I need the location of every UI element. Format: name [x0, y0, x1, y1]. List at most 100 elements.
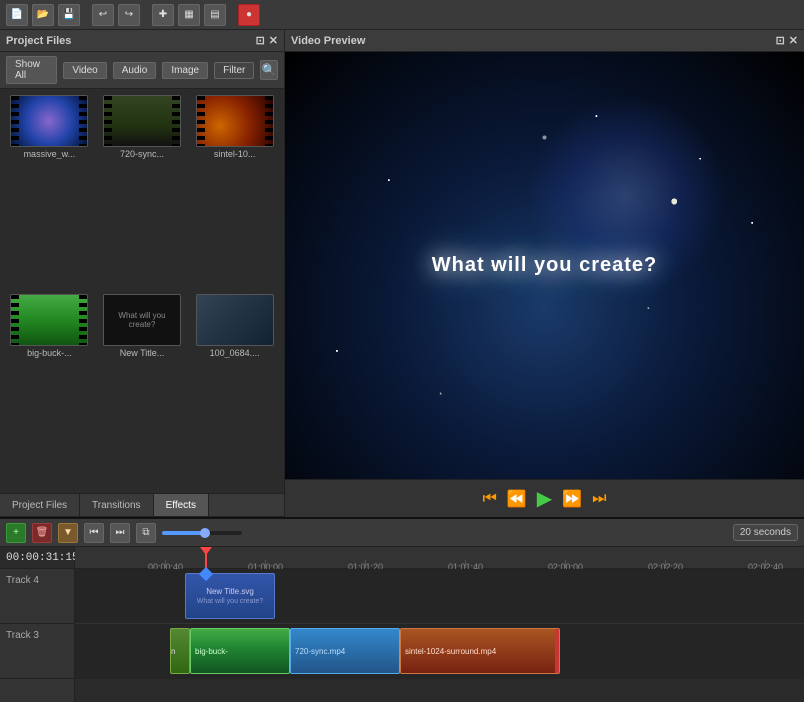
- audio-filter-button[interactable]: Audio: [113, 62, 157, 79]
- track3-label: Track 3: [0, 624, 74, 679]
- video-filter-button[interactable]: Video: [63, 62, 106, 79]
- list-item[interactable]: What will you create? New Title...: [99, 294, 186, 487]
- clip-n[interactable]: n: [170, 628, 190, 674]
- ruler-tick: 01:01:20: [365, 560, 366, 568]
- clip-bigbuck-label: big-buck-: [195, 647, 228, 656]
- video-area: What will you create?: [285, 52, 804, 479]
- thumb-label-sintel: sintel-10...: [214, 149, 256, 159]
- thumbnail-sintel: [196, 95, 274, 147]
- new-button[interactable]: 📄: [6, 4, 28, 26]
- project-files-icons: ⊡ ✕: [256, 34, 278, 47]
- list-item[interactable]: 100_0684....: [191, 294, 278, 487]
- playhead-arrow: [200, 547, 212, 555]
- timeline-ruler: 00:00:40 01:00:00 01:01:20 01:01:40 02:0…: [75, 547, 804, 569]
- thumbnail-720sync: [103, 95, 181, 147]
- playback-controls: ⏮ ⏪ ▶ ⏩ ⏭: [285, 479, 804, 517]
- maximize-video-icon[interactable]: ⊡: [776, 34, 785, 47]
- timeline-add-button[interactable]: +: [6, 523, 26, 543]
- video-preview-title: Video Preview: [291, 35, 365, 47]
- timeline-toolbar: + 🗑 ▼ ⏮ ⏭ ⧉ 20 seconds: [0, 519, 804, 547]
- clip-720sync-label: 720-sync.mp4: [295, 647, 345, 656]
- thumbnail-title: What will you create?: [103, 294, 181, 346]
- video-preview-header: Video Preview ⊡ ✕: [285, 30, 804, 52]
- list-item[interactable]: sintel-10...: [191, 95, 278, 288]
- project-files-title: Project Files: [6, 35, 71, 47]
- filter-clear-button[interactable]: 🔍: [260, 60, 278, 80]
- undo-button[interactable]: ↩: [92, 4, 114, 26]
- ruler-tick: 02:02:40: [765, 560, 766, 568]
- image-filter-button[interactable]: Image: [162, 62, 208, 79]
- main-area: Project Files ⊡ ✕ Show All Video Audio I…: [0, 30, 804, 517]
- timeline-labels: 00:00:31:15 Track 4 Track 3: [0, 547, 75, 702]
- main-toolbar: 📄 📂 💾 ↩ ↪ ✚ ▦ ▤ ●: [0, 0, 804, 30]
- project-files-header: Project Files ⊡ ✕: [0, 30, 284, 52]
- thumbnail-bigbuck: [10, 294, 88, 346]
- video-preview-icons: ⊡ ✕: [776, 34, 798, 47]
- clip-sintel-label: sintel-1024-surround.mp4: [405, 647, 496, 656]
- video-frame: What will you create?: [285, 52, 804, 479]
- rewind-button[interactable]: ⏪: [507, 489, 527, 509]
- ruler-tick: 00:00:40: [165, 560, 166, 568]
- clip-subtitle: What will you create?: [197, 598, 264, 605]
- close-video-icon[interactable]: ✕: [789, 34, 798, 47]
- timecode-display: 00:00:31:15: [0, 547, 74, 569]
- track4-label: Track 4: [0, 569, 74, 624]
- rewind-start-button[interactable]: ⏮: [482, 490, 496, 508]
- timeline-filter-button[interactable]: ▼: [58, 523, 78, 543]
- thumb-label-title: New Title...: [120, 348, 165, 358]
- thumbnail-massive: [10, 95, 88, 147]
- title-svg-clip[interactable]: New Title.svg What will you create?: [185, 573, 275, 619]
- filter-row: Show All Video Audio Image Filter 🔍: [0, 52, 284, 89]
- forward-button[interactable]: ⏩: [562, 489, 582, 509]
- close-icon[interactable]: ✕: [269, 34, 278, 47]
- seconds-badge: 20 seconds: [733, 524, 798, 541]
- video-overlay-text: What will you create?: [432, 254, 657, 277]
- clip-bigbuck[interactable]: big-buck-: [190, 628, 290, 674]
- left-panel: Project Files ⊡ ✕ Show All Video Audio I…: [0, 30, 285, 517]
- timeline-content: 00:00:31:15 Track 4 Track 3 00:00:40 01:…: [0, 547, 804, 702]
- timeline-zoom-slider[interactable]: [162, 531, 727, 535]
- redo-button[interactable]: ↪: [118, 4, 140, 26]
- show-all-button[interactable]: Show All: [6, 56, 57, 84]
- add-button[interactable]: ✚: [152, 4, 174, 26]
- play-button[interactable]: ▶: [537, 486, 552, 511]
- maximize-icon[interactable]: ⊡: [256, 34, 265, 47]
- timeline-tracks: 00:00:40 01:00:00 01:01:20 01:01:40 02:0…: [75, 547, 804, 702]
- thumbnails-grid: massive_w... 720-sync... sintel-10... bi: [0, 89, 284, 493]
- clip-720sync[interactable]: 720-sync.mp4: [290, 628, 400, 674]
- thumb-label-massive: massive_w...: [24, 149, 76, 159]
- ruler-tick: 01:00:00: [265, 560, 266, 568]
- list-item[interactable]: massive_w...: [6, 95, 93, 288]
- ruler-tick: 02:02:20: [665, 560, 666, 568]
- forward-end-button[interactable]: ⏭: [592, 490, 606, 508]
- export-button[interactable]: ▤: [204, 4, 226, 26]
- list-item[interactable]: big-buck-...: [6, 294, 93, 487]
- timeline-start-button[interactable]: ⏮: [84, 523, 104, 543]
- tab-effects[interactable]: Effects: [154, 494, 209, 516]
- thumb-label-bigbuck: big-buck-...: [27, 348, 72, 358]
- open-button[interactable]: 📂: [32, 4, 54, 26]
- timeline-end-button[interactable]: ⏭: [110, 523, 130, 543]
- playhead[interactable]: [205, 547, 207, 568]
- tab-transitions[interactable]: Transitions: [80, 494, 154, 516]
- save-button[interactable]: 💾: [58, 4, 80, 26]
- clip-sintel[interactable]: sintel-1024-surround.mp4: [400, 628, 560, 674]
- clip-title-text: New Title.svg: [197, 587, 264, 596]
- timeline: + 🗑 ▼ ⏮ ⏭ ⧉ 20 seconds 00:00:31:15 Track…: [0, 517, 804, 702]
- ruler-tick: 02:00:00: [565, 560, 566, 568]
- filter-label: Filter: [214, 62, 254, 79]
- thumbnail-100: [196, 294, 274, 346]
- timeline-button[interactable]: ▦: [178, 4, 200, 26]
- list-item[interactable]: 720-sync...: [99, 95, 186, 288]
- clip-end-marker: [555, 629, 559, 673]
- ruler-tick: 01:01:40: [465, 560, 466, 568]
- record-button[interactable]: ●: [238, 4, 260, 26]
- timeline-delete-button[interactable]: 🗑: [32, 523, 52, 543]
- timeline-snap-button[interactable]: ⧉: [136, 523, 156, 543]
- right-panel: Video Preview ⊡ ✕ What will you create? …: [285, 30, 804, 517]
- title-preview-text: What will you create?: [104, 295, 180, 345]
- tab-project-files[interactable]: Project Files: [0, 494, 80, 516]
- thumb-label-720sync: 720-sync...: [120, 149, 164, 159]
- track3-content: n big-buck- 720-sync.mp4 sintel-1024-sur…: [75, 624, 804, 679]
- panel-tabs: Project Files Transitions Effects: [0, 493, 284, 517]
